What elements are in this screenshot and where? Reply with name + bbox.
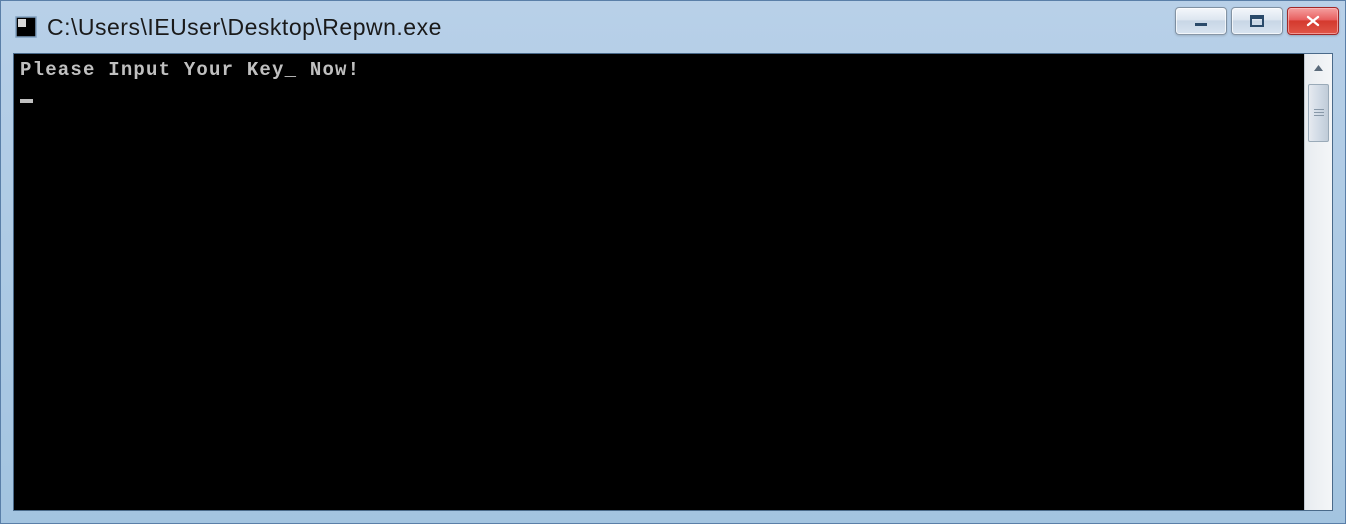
maximize-button[interactable] — [1231, 7, 1283, 35]
cursor-icon — [20, 99, 33, 103]
minimize-button[interactable] — [1175, 7, 1227, 35]
console-prompt-line: Please Input Your Key_ Now! — [20, 59, 360, 81]
client-area: Please Input Your Key_ Now! — [13, 53, 1333, 511]
titlebar[interactable]: C:\Users\IEUser\Desktop\Repwn.exe — [1, 1, 1345, 53]
window-title: C:\Users\IEUser\Desktop\Repwn.exe — [47, 14, 1175, 41]
window-controls — [1175, 7, 1339, 35]
app-icon — [15, 16, 37, 38]
scroll-track[interactable] — [1305, 82, 1332, 510]
vertical-scrollbar[interactable] — [1304, 54, 1332, 510]
close-button[interactable] — [1287, 7, 1339, 35]
console-output[interactable]: Please Input Your Key_ Now! — [14, 54, 1304, 510]
window-frame: C:\Users\IEUser\Desktop\Repwn.exe Ple — [0, 0, 1346, 524]
scroll-thumb[interactable] — [1308, 84, 1329, 142]
scroll-up-button[interactable] — [1305, 54, 1332, 82]
